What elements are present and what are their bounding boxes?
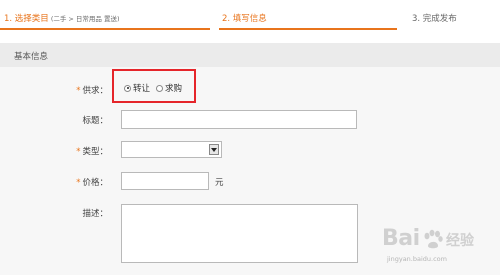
title-input[interactable]: [121, 110, 357, 129]
description-textarea[interactable]: [121, 204, 358, 263]
watermark-brand: Bai: [382, 226, 420, 251]
radio-transfer[interactable]: 转让: [124, 82, 150, 94]
radio-checked-icon[interactable]: [124, 84, 131, 92]
required-mark: *: [76, 86, 81, 96]
step-2: 2. 填写信息: [222, 12, 267, 24]
watermark-url: jingyan.baidu.com: [387, 255, 447, 263]
price-unit: 元: [215, 178, 224, 188]
chevron-down-icon[interactable]: [209, 144, 219, 155]
title-label: 标题：: [82, 116, 108, 126]
step-1-underline: [0, 28, 210, 30]
baidu-watermark: Bai 经验 jingyan.baidu.com: [382, 226, 498, 271]
required-mark: *: [76, 147, 81, 157]
radio-wanted-label: 求购: [165, 84, 183, 94]
step-progress: 1. 选择类目 (二手 > 日常用品 置送) 2. 填写信息 3. 完成发布: [0, 0, 500, 32]
type-label-text: 类型：: [82, 147, 108, 157]
paw-logo-icon: [424, 229, 443, 249]
step-1-category-path: (二手 > 日常用品 置送): [50, 15, 120, 23]
type-label: * 类型：: [28, 145, 108, 157]
step-1[interactable]: 1. 选择类目 (二手 > 日常用品 置送): [4, 12, 120, 24]
supply-label-text: 供求：: [82, 86, 108, 96]
step-3-label: 3. 完成发布: [412, 14, 457, 24]
description-label: 描述：: [82, 209, 108, 219]
step-2-label: 2. 填写信息: [222, 14, 267, 24]
supply-radio-group: 转让 求购: [124, 82, 188, 94]
price-label-text: 价格：: [82, 178, 108, 188]
step-2-underline: [219, 28, 397, 30]
radio-wanted[interactable]: 求购: [156, 82, 182, 94]
watermark-product: 经验: [446, 233, 474, 249]
type-select[interactable]: [121, 141, 222, 158]
price-input[interactable]: [121, 172, 209, 190]
section-header: 基本信息: [0, 43, 500, 67]
required-mark: *: [76, 178, 81, 188]
step-1-label: 1. 选择类目: [4, 14, 49, 24]
supply-label: * 供求：: [28, 84, 108, 96]
radio-unchecked-icon[interactable]: [156, 84, 164, 92]
step-3: 3. 完成发布: [412, 12, 457, 24]
radio-transfer-label: 转让: [133, 84, 151, 94]
section-title: 基本信息: [14, 52, 49, 62]
price-label: * 价格：: [28, 176, 108, 188]
